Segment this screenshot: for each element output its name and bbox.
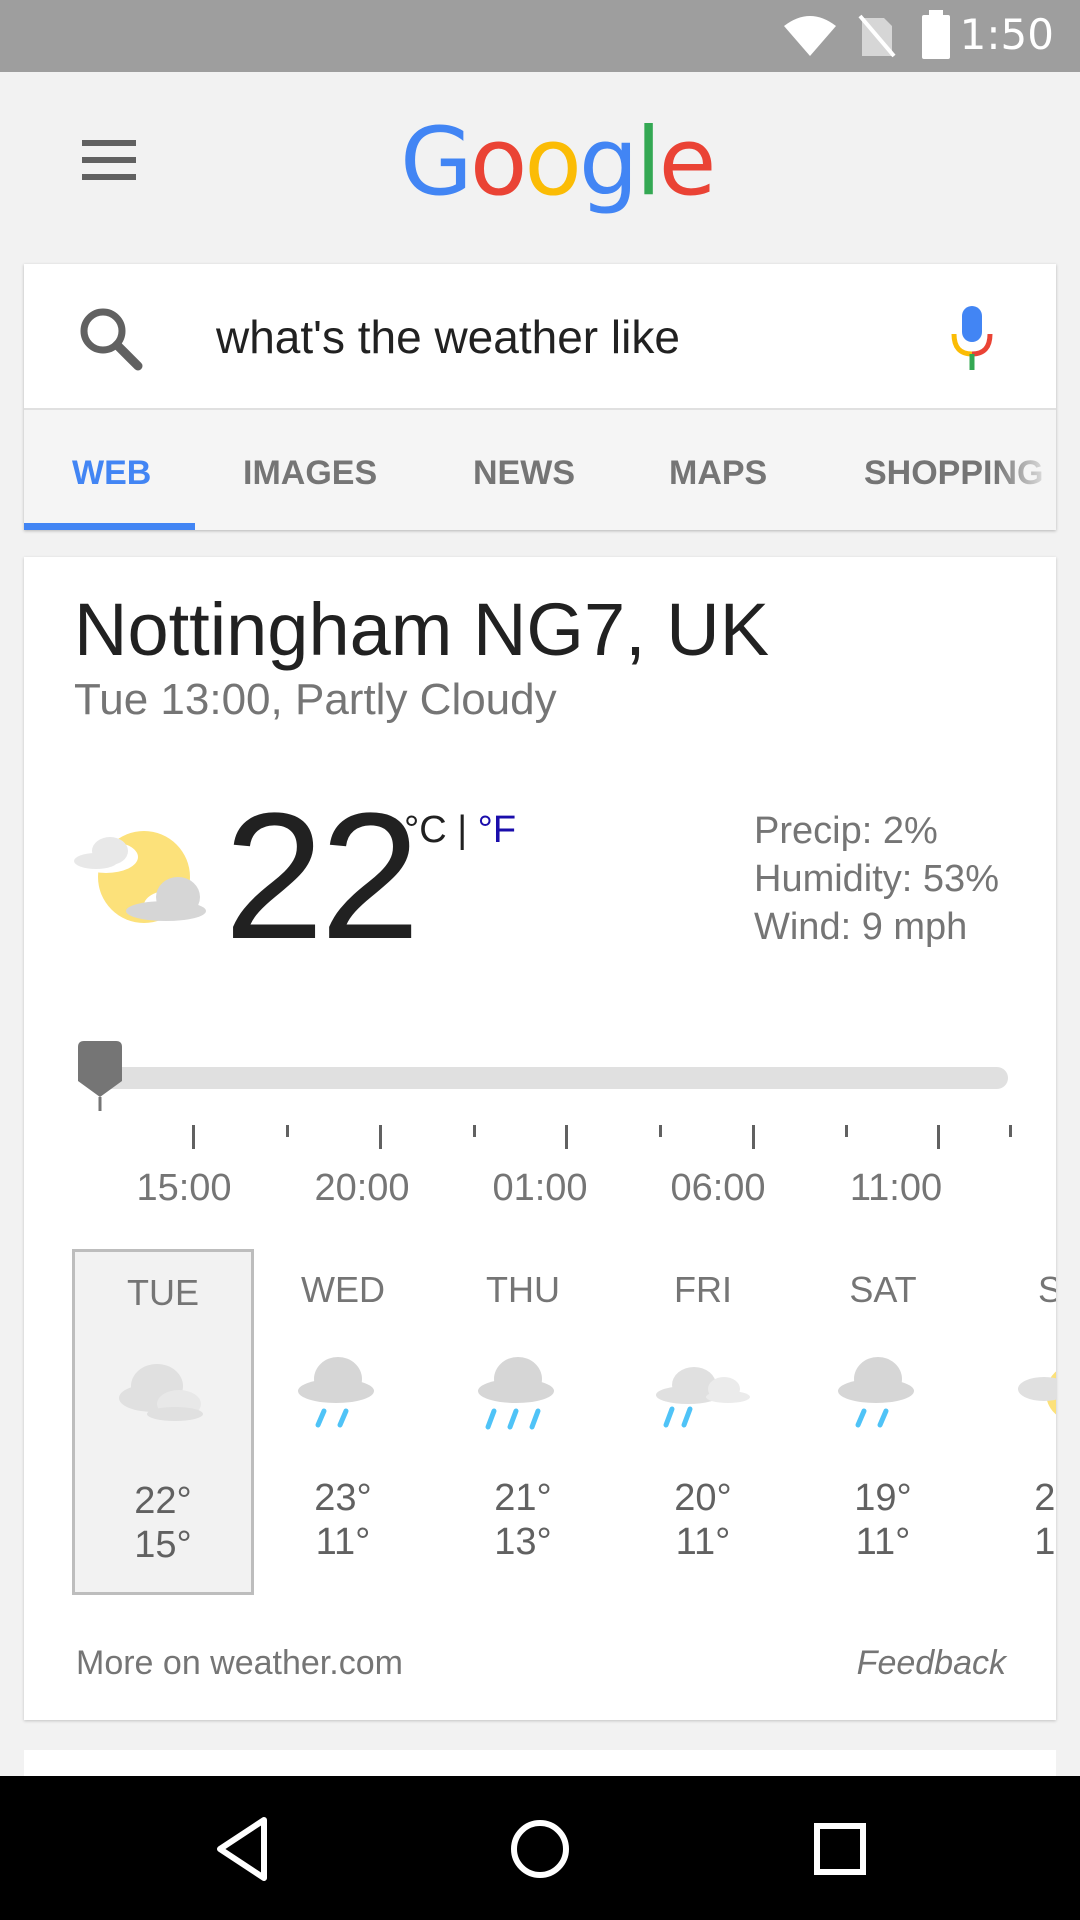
active-tab-indicator [24,523,195,530]
timeline-handle[interactable] [74,1037,126,1113]
heavy-rain-icon [478,1357,554,1430]
wind-text: Wind: 9 mph [754,906,968,948]
timeline-hour-label: 11:00 [849,1167,943,1209]
forecast-day-wed[interactable]: WED 23° 11° [252,1249,434,1595]
rain-icon [298,1357,374,1428]
precip-text: Precip: 2% [754,810,938,852]
forecast-high: 23° [314,1477,372,1519]
forecast-day-name: FRI [674,1269,732,1310]
forecast-high: 21° [1034,1477,1056,1519]
wifi-icon [784,16,836,56]
timeline-tick [937,1125,940,1149]
timeline-tick [473,1125,476,1137]
forecast-low: 11° [855,1521,911,1563]
forecast-day-name: WED [301,1269,385,1310]
tab-images[interactable]: IMAGES [243,454,377,493]
forecast-day-sun[interactable]: SU 21° 10° [972,1249,1056,1595]
timeline-tick [379,1125,382,1149]
forecast-high: 22° [134,1480,192,1522]
timeline-hour-label: 01:00 [492,1167,588,1209]
tabs-fade [996,410,1056,530]
weather-location: Nottingham NG7, UK [74,588,770,671]
forecast-low: 13° [494,1521,552,1563]
forecast-day-name: SU [1037,1269,1056,1310]
tab-web[interactable]: WEB [72,454,151,493]
forecast-high: 20° [674,1477,732,1519]
timeline-tick [565,1125,568,1149]
forecast-low: 11° [675,1521,731,1563]
unit-toggle: °C | °F [404,809,516,852]
partly-cloudy-icon [74,831,212,923]
unit-fahrenheit[interactable]: °F [478,809,516,851]
forecast-day-fri[interactable]: FRI 20° 11° [612,1249,794,1595]
recents-icon[interactable] [812,1814,868,1884]
timeline-hour-label: 15:00 [136,1167,232,1209]
current-temperature: 22 [224,776,420,977]
daily-forecast: TUE 22° 15° WED 23° 11° THU 21° 13° FRI … [72,1249,1056,1601]
weather-datetime: Tue 13:00, Partly Cloudy [74,675,557,724]
home-icon[interactable] [508,1814,572,1884]
cloudy-icon [119,1364,203,1421]
rain-icon [838,1357,914,1428]
rain-cloud-icon [656,1367,750,1428]
forecast-low: 11° [315,1521,371,1563]
forecast-day-thu[interactable]: THU 21° 13° [432,1249,614,1595]
forecast-low: 15° [134,1524,192,1566]
menu-icon[interactable] [72,140,136,192]
google-logo: Google [400,108,717,217]
navigation-bar [0,1776,1080,1920]
status-time: 1:50 [959,10,1054,59]
unit-separator: | [457,809,468,851]
search-icon[interactable] [76,304,146,374]
timeline-tick [845,1125,848,1137]
no-sim-icon [858,14,896,58]
battery-icon [922,10,950,59]
tab-news[interactable]: NEWS [473,454,575,493]
timeline-tick [192,1125,195,1149]
timeline-tick [659,1125,662,1137]
search-input[interactable] [216,302,916,372]
tab-maps[interactable]: MAPS [669,454,767,493]
timeline-tick [752,1125,755,1149]
forecast-day-name: SAT [849,1269,917,1310]
feedback-link[interactable]: Feedback [857,1644,1006,1683]
more-weather-link[interactable]: More on weather.com [76,1644,403,1683]
forecast-low: 10° [1034,1521,1056,1563]
search-bar [24,264,1056,410]
forecast-day-name: THU [486,1269,560,1310]
forecast-high: 19° [854,1477,912,1519]
unit-celsius: °C [404,809,447,851]
forecast-day-tue[interactable]: TUE 22° 15° [72,1249,254,1595]
forecast-high: 21° [494,1477,552,1519]
search-tabs: WEB IMAGES NEWS MAPS SHOPPING [24,410,1056,530]
forecast-day-sat[interactable]: SAT 19° 11° [792,1249,974,1595]
forecast-day-name: TUE [127,1272,199,1313]
weather-stats: Precip: 2% Humidity: 53% Wind: 9 mph [754,807,999,951]
status-bar: 1:50 [0,0,1080,72]
timeline-track[interactable] [98,1067,1008,1089]
search-card: WEB IMAGES NEWS MAPS SHOPPING [24,264,1056,530]
partly-sunny-icon [1018,1371,1056,1415]
humidity-text: Humidity: 53% [754,858,999,900]
timeline-tick [1009,1125,1012,1137]
timeline-hour-label: 06:00 [670,1167,766,1209]
timeline-tick [286,1125,289,1137]
timeline-hour-label: 20:00 [314,1167,410,1209]
microphone-icon[interactable] [948,304,996,372]
hourly-timeline[interactable]: 15:00 20:00 01:00 06:00 11:00 [74,1037,1034,1209]
back-icon[interactable] [212,1814,272,1884]
weather-card: Nottingham NG7, UK Tue 13:00, Partly Clo… [24,557,1056,1720]
